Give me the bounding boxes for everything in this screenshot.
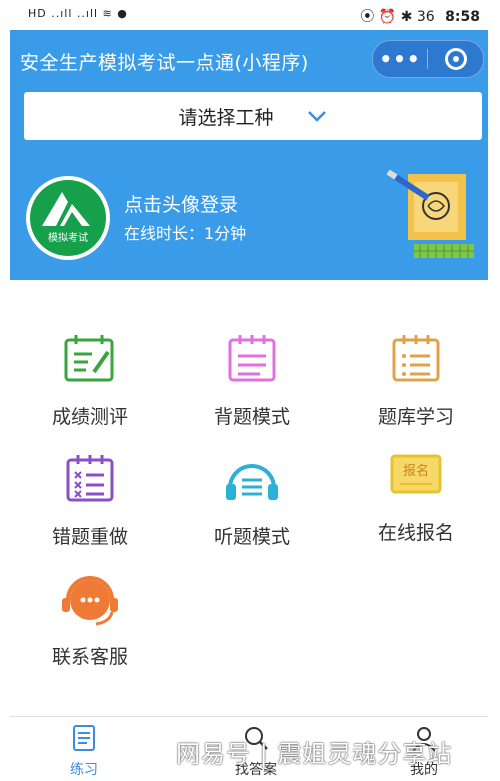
- watermark: 网易号 | 震姐灵魂分享站: [176, 740, 453, 768]
- grid-item-label: 在线报名: [377, 522, 454, 544]
- grid-item-question-bank[interactable]: 题库学习: [346, 332, 486, 429]
- login-prompt[interactable]: 点击头像登录: [124, 190, 238, 217]
- grid-item-redo-wrong[interactable]: 错题重做: [20, 452, 160, 549]
- register-badge-icon: 报名: [386, 448, 446, 504]
- grid-item-label: 题库学习: [377, 406, 454, 428]
- grid-item-listen-mode[interactable]: 听题模式: [182, 452, 322, 549]
- status-time: 8:58: [445, 9, 480, 25]
- mountain-logo-icon: [42, 192, 90, 226]
- grid-item-label: 成绩测评: [51, 406, 128, 428]
- mini-program-capsule: •••: [372, 40, 484, 78]
- chevron-down-icon: [306, 104, 328, 128]
- job-type-placeholder: 请选择工种: [178, 106, 274, 129]
- grid-item-memorize-mode[interactable]: 背题模式: [182, 332, 322, 429]
- status-right-icons: ⦿ ⏰ ✱ 36: [360, 9, 435, 25]
- close-mini-program-button[interactable]: [428, 48, 483, 70]
- clipboard-pen-icon: [60, 332, 120, 388]
- grid-item-label: 听题模式: [213, 526, 290, 548]
- practice-icon: [44, 723, 124, 757]
- avatar-label: 模拟考试: [48, 233, 88, 244]
- study-illustration: [384, 168, 480, 264]
- grid-item-label: 联系客服: [51, 646, 128, 668]
- more-button[interactable]: •••: [373, 47, 427, 71]
- grid-item-online-register[interactable]: 报名 在线报名: [346, 448, 486, 545]
- online-duration: 在线时长：1分钟: [124, 224, 247, 243]
- register-badge-text: 报名: [402, 464, 429, 479]
- notepad-icon: [222, 332, 282, 388]
- tab-practice[interactable]: 练习: [44, 723, 124, 779]
- tab-label: 练习: [70, 762, 98, 778]
- avatar-logo: 模拟考试: [30, 180, 106, 256]
- job-type-selector[interactable]: 请选择工种: [24, 92, 482, 140]
- grid-item-label: 错题重做: [51, 526, 128, 548]
- grid-item-score-test[interactable]: 成绩测评: [20, 332, 160, 429]
- status-bar: HD ..ıll ..ıll ≋ ● ⦿ ⏰ ✱ 36 8:58: [0, 0, 500, 30]
- wrong-list-icon: [60, 452, 120, 508]
- avatar[interactable]: 模拟考试: [26, 176, 110, 260]
- headphones-icon: [222, 452, 282, 508]
- status-right: ⦿ ⏰ ✱ 36 8:58: [360, 6, 480, 26]
- mini-program-title: 安全生产模拟考试一点通(小程序): [20, 52, 309, 74]
- target-icon: [444, 48, 467, 70]
- status-left-icons: HD ..ıll ..ıll ≋ ●: [28, 7, 128, 20]
- notepad-list-icon: [386, 332, 446, 388]
- customer-service-icon: [60, 572, 120, 628]
- grid-item-label: 背题模式: [213, 406, 290, 428]
- grid-item-customer-service[interactable]: 联系客服: [20, 572, 160, 669]
